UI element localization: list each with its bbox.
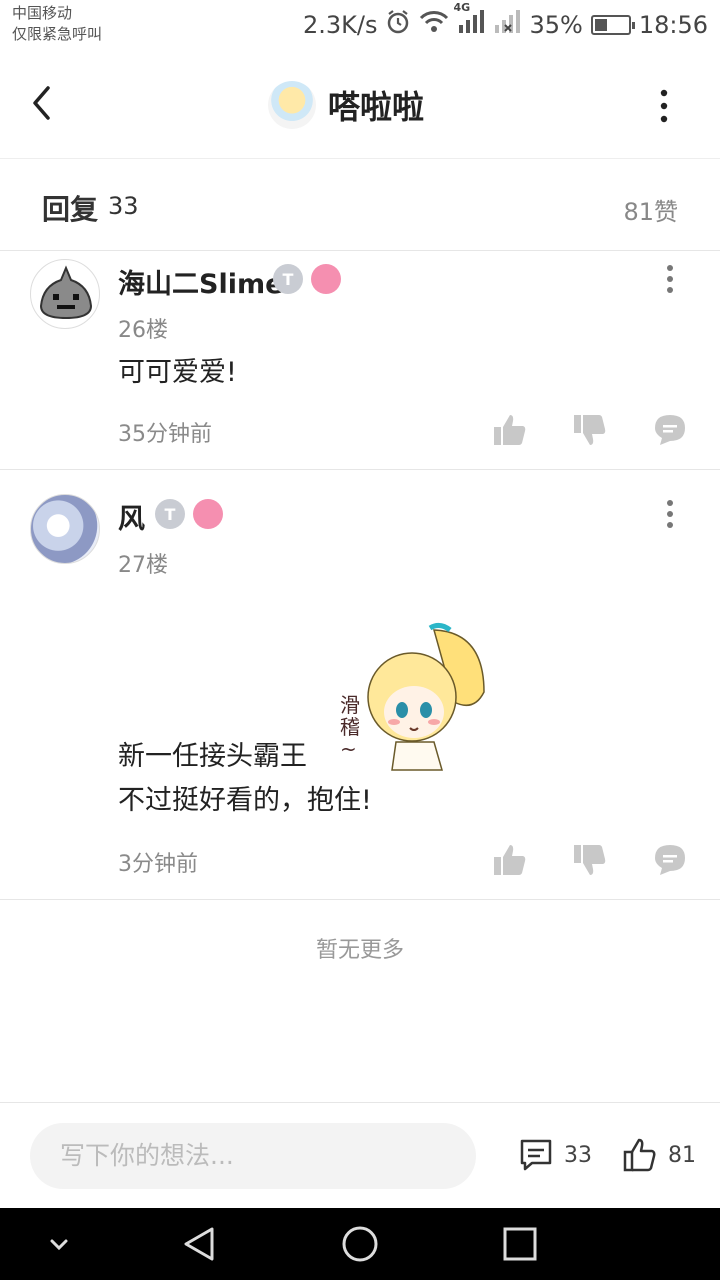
user-badges: T	[273, 264, 341, 294]
comment-time: 35分钟前	[118, 422, 212, 447]
fan-badge-icon	[193, 499, 223, 529]
likes-total: 81赞	[623, 198, 678, 226]
comment-bubble-icon	[655, 845, 685, 875]
carrier-name: 中国移动	[12, 4, 73, 22]
title-group: 嗒啦啦	[268, 80, 424, 130]
reply-summary-bar: 回复 33 81赞	[0, 160, 720, 251]
page-title: 嗒啦啦	[328, 88, 425, 126]
reply-button[interactable]	[652, 842, 688, 878]
like-button[interactable]	[492, 842, 528, 878]
battery-icon	[590, 15, 635, 35]
nav-home-button[interactable]	[340, 1224, 380, 1264]
comment-more-button[interactable]	[658, 497, 682, 533]
more-options-button[interactable]	[652, 86, 676, 126]
comment-divider	[0, 899, 720, 900]
floor-number: 26楼	[118, 318, 168, 343]
triangle-back-icon	[184, 1227, 214, 1261]
square-recents-icon	[503, 1227, 537, 1261]
comment-divider	[0, 469, 720, 470]
network-speed: 2.3K/s	[302, 11, 378, 39]
no-more-text: 暂无更多	[315, 938, 404, 963]
comment-text: 可可爱爱!	[118, 357, 237, 388]
back-button[interactable]	[24, 78, 64, 128]
fan-badge-icon	[311, 264, 341, 294]
chevron-left-icon	[33, 86, 50, 120]
comment-bubble-icon	[655, 415, 685, 445]
thumbs-down-icon	[574, 415, 606, 445]
comment-username[interactable]: 海山二Slime	[118, 262, 283, 301]
level-badge-icon: T	[273, 264, 303, 294]
circle-home-icon	[342, 1226, 378, 1262]
battery-percent: 35%	[529, 11, 583, 39]
wifi-icon	[419, 10, 449, 40]
carrier-info: 中国移动 仅限紧急呼叫	[12, 3, 102, 45]
status-indicators: 2.3K/s 4G 35% 18:56	[302, 1, 708, 41]
comment-input-bar: 写下你的想法... 33 81	[0, 1102, 720, 1209]
sticker-caption: 滑稽~	[340, 693, 360, 761]
status-bar: 中国移动 仅限紧急呼叫 2.3K/s 4G 35% 18:56	[0, 0, 720, 50]
reply-button[interactable]	[652, 412, 688, 448]
level-badge-icon: T	[155, 499, 185, 529]
likes-count: 81	[668, 1142, 696, 1168]
floor-number: 27楼	[118, 553, 168, 578]
system-nav-bar	[0, 1208, 720, 1280]
hide-nav-button[interactable]	[44, 1230, 74, 1260]
comment-time: 3分钟前	[118, 852, 198, 877]
comments-count: 33	[564, 1142, 592, 1168]
poster-avatar[interactable]	[268, 81, 316, 129]
reply-count: 33	[108, 192, 139, 220]
cellular-signal-icon: 4G	[453, 1, 485, 41]
clock: 18:56	[638, 11, 708, 39]
thumbs-up-outline-icon	[623, 1138, 656, 1172]
vertical-dots-icon	[667, 265, 673, 293]
like-post-button[interactable]: 81	[622, 1137, 696, 1173]
comment-more-button[interactable]	[658, 262, 682, 298]
sticker-image[interactable]: 滑稽~	[334, 622, 494, 772]
comment-icon	[520, 1139, 552, 1171]
like-button[interactable]	[492, 412, 528, 448]
vertical-dots-icon	[660, 89, 668, 123]
chevron-down-icon	[50, 1239, 68, 1251]
thumbs-up-icon	[494, 845, 526, 875]
alarm-icon	[385, 9, 411, 41]
no-sim-signal-icon	[493, 9, 521, 41]
thumbs-down-icon	[574, 845, 606, 875]
top-header: 嗒啦啦	[0, 50, 720, 159]
carrier-status: 仅限紧急呼叫	[12, 25, 103, 43]
comments-count-button[interactable]: 33	[518, 1137, 592, 1173]
comment-avatar[interactable]	[30, 494, 100, 564]
comment-avatar[interactable]	[30, 259, 100, 329]
reply-label: 回复	[42, 193, 99, 226]
dislike-button[interactable]	[572, 412, 608, 448]
nav-back-button[interactable]	[180, 1224, 220, 1264]
comment-input[interactable]: 写下你的想法...	[30, 1123, 476, 1189]
thumbs-up-icon	[494, 415, 526, 445]
nav-recents-button[interactable]	[500, 1224, 540, 1264]
comment-username[interactable]: 风	[118, 497, 145, 536]
comment-text-line: 新一任接头霸王	[118, 741, 307, 772]
comment-text-line: 不过挺好看的，抱住!	[118, 785, 372, 816]
slime-avatar-icon	[39, 265, 93, 320]
user-badges: T	[155, 499, 223, 529]
vertical-dots-icon	[667, 500, 673, 528]
network-type: 4G	[453, 1, 471, 14]
dislike-button[interactable]	[572, 842, 608, 878]
